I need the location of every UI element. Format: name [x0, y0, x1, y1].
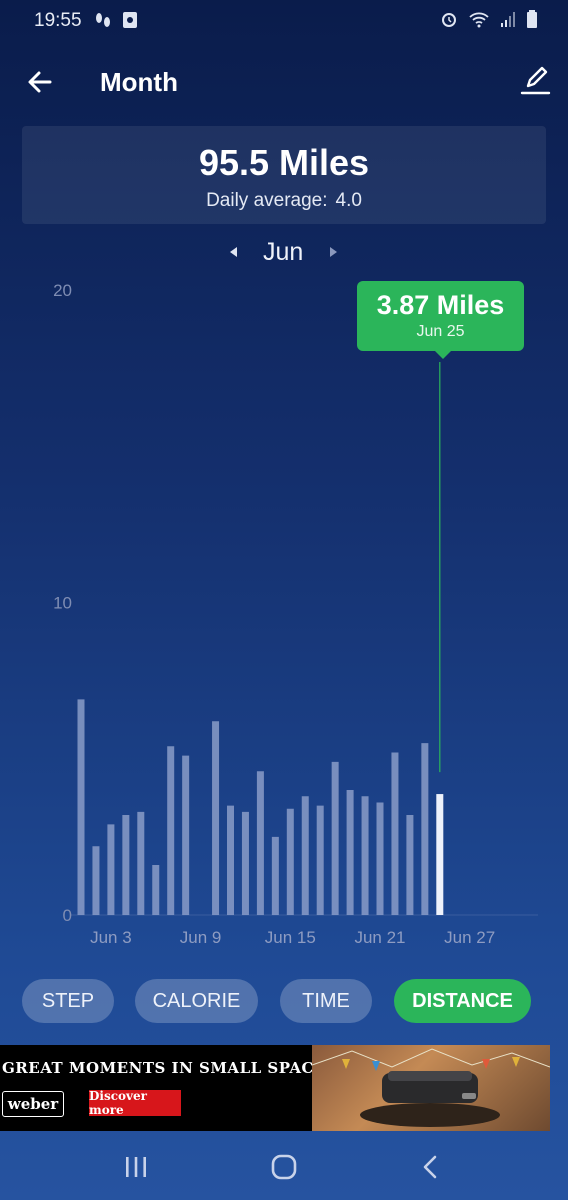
- chart-bar[interactable]: [406, 815, 414, 915]
- status-time: 19:55: [34, 10, 82, 31]
- distance-bar-chart[interactable]: 0 10 20 Jun 3 Jun 9 Jun 15 Jun 21 Jun 27: [0, 270, 568, 960]
- chart-bar[interactable]: [107, 824, 115, 915]
- metric-tabs: STEP CALORIE TIME DISTANCE: [0, 979, 568, 1025]
- x-tick-label: Jun 15: [265, 928, 316, 947]
- ad-banner[interactable]: GREAT MOMENTS IN SMALL SPACES weber Disc…: [0, 1045, 550, 1131]
- chart-bar[interactable]: [256, 771, 264, 915]
- chart-bar[interactable]: [346, 790, 354, 915]
- tooltip-value: 3.87 Miles: [376, 290, 505, 320]
- grill-illustration: [311, 1048, 550, 1127]
- ad-product-image: [311, 1045, 550, 1131]
- battery-icon: [527, 10, 537, 28]
- month-label: Jun: [263, 238, 304, 266]
- chart-bar[interactable]: [167, 746, 175, 915]
- chart-bar[interactable]: [227, 805, 234, 915]
- tab-calorie[interactable]: CALORIE: [135, 979, 258, 1023]
- footsteps-icon: [96, 13, 110, 27]
- x-tick-label: Jun 21: [354, 928, 405, 947]
- month-navigator: Jun: [0, 236, 568, 270]
- chart-bar[interactable]: [361, 796, 369, 915]
- alarm-icon: [442, 13, 456, 27]
- chart-bar[interactable]: [77, 699, 85, 915]
- ad-headline: GREAT MOMENTS IN SMALL SPACES: [2, 1059, 338, 1077]
- back-arrow-icon[interactable]: [24, 66, 56, 98]
- chart-bar[interactable]: [152, 865, 160, 915]
- x-tick-label: Jun 9: [180, 928, 222, 947]
- chart-bar[interactable]: [286, 808, 294, 915]
- chart-bar[interactable]: [92, 846, 100, 915]
- selected-bar-tooltip: 3.87 Miles Jun 25: [357, 281, 524, 359]
- x-tick-label: Jun 3: [90, 928, 132, 947]
- next-month-icon[interactable]: [327, 244, 341, 260]
- tab-time[interactable]: TIME: [280, 979, 372, 1023]
- y-tick-label: 0: [63, 906, 72, 925]
- app-bar: Month: [0, 52, 568, 112]
- page-title: Month: [100, 67, 178, 97]
- signal-icon: [501, 12, 515, 27]
- daily-average-value: 4.0: [335, 190, 362, 211]
- y-tick-label: 10: [53, 594, 72, 613]
- daily-average: Daily average: 4.0: [22, 190, 546, 212]
- chart-bar[interactable]: [137, 811, 145, 915]
- recent-apps-icon[interactable]: [118, 1149, 154, 1185]
- tooltip-date: Jun 25: [416, 323, 465, 340]
- weber-logo: weber: [2, 1091, 64, 1117]
- app-notification-icon: [123, 12, 137, 28]
- y-tick-label: 20: [53, 281, 72, 300]
- x-tick-label: Jun 27: [444, 928, 495, 947]
- previous-month-icon[interactable]: [226, 244, 240, 260]
- chart-bar[interactable]: [316, 805, 324, 915]
- chart-bar[interactable]: [271, 836, 279, 915]
- monthly-total: 95.5 Miles: [198, 142, 370, 183]
- status-left-icons: [94, 11, 138, 31]
- chart-bar[interactable]: [391, 752, 399, 916]
- daily-average-label: Daily average:: [206, 190, 328, 211]
- chart-bar[interactable]: [421, 743, 429, 915]
- summary-card: 95.5 Miles Daily average: 4.0: [22, 126, 546, 224]
- discover-more-button[interactable]: Discover more: [89, 1089, 181, 1117]
- back-nav-icon[interactable]: [414, 1149, 450, 1185]
- status-bar: 19:55: [0, 0, 568, 44]
- chart-bar[interactable]: [301, 796, 309, 915]
- system-nav-bar: [0, 1133, 568, 1200]
- chart-bar[interactable]: [376, 802, 384, 916]
- tab-step[interactable]: STEP: [22, 979, 114, 1023]
- chart-bar[interactable]: [212, 721, 220, 915]
- status-right-icons: [440, 10, 538, 28]
- chart-bar[interactable]: [182, 755, 190, 915]
- chart-bar[interactable]: [241, 811, 249, 915]
- tab-distance[interactable]: DISTANCE: [394, 979, 531, 1023]
- wifi-icon: [469, 12, 489, 28]
- chart-bar[interactable]: [122, 815, 130, 915]
- edit-pencil-icon[interactable]: [518, 62, 554, 98]
- home-icon[interactable]: [266, 1149, 302, 1185]
- chart-bar[interactable]: [331, 761, 339, 915]
- selected-bar[interactable]: [436, 794, 444, 915]
